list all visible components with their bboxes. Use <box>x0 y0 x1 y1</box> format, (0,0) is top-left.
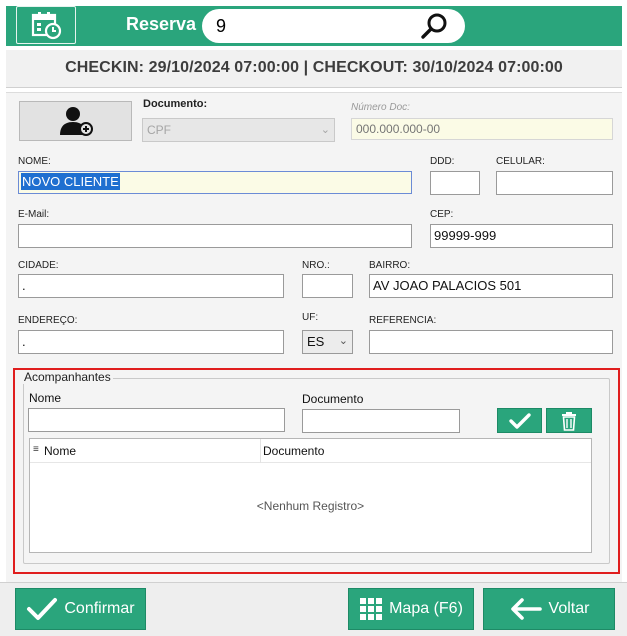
voltar-button[interactable]: Voltar <box>483 588 615 630</box>
endereco-field[interactable]: . <box>18 330 284 354</box>
documento-select[interactable]: CPF ⌄ <box>142 118 335 142</box>
documento-select-value: CPF <box>147 123 171 137</box>
calendar-button[interactable] <box>16 6 76 44</box>
mapa-label: Mapa (F6) <box>389 600 463 617</box>
mapa-button[interactable]: Mapa (F6) <box>348 588 474 630</box>
uf-select-value: ES <box>307 334 325 349</box>
acompanhantes-grid[interactable]: ≡ Nome Documento <Nenhum Registro> <box>29 438 592 553</box>
confirmar-button[interactable]: Confirmar <box>15 588 146 630</box>
ddd-field[interactable] <box>430 171 480 195</box>
bairro-label: BAIRRO: <box>369 260 411 271</box>
cep-label: CEP: <box>430 209 454 220</box>
referencia-label: REFERENCIA: <box>369 315 437 326</box>
nome-label: NOME: <box>18 156 51 167</box>
grid-row-selector-icon: ≡ <box>33 444 39 455</box>
numero-doc-label: Número Doc: <box>351 102 410 113</box>
numero-doc-field[interactable] <box>351 118 613 140</box>
check-icon <box>508 412 531 429</box>
acompanhantes-title: Acompanhantes <box>22 370 113 384</box>
celular-label: CELULAR: <box>496 156 545 167</box>
header-bar: Reserva <box>6 6 622 46</box>
acomp-documento-field[interactable] <box>302 409 460 433</box>
uf-label: UF: <box>302 312 319 323</box>
bairro-field[interactable]: AV JOAO PALACIOS 501 <box>369 274 613 298</box>
checkin-checkout-bar: CHECKIN: 29/10/2024 07:00:00 | CHECKOUT:… <box>6 50 622 88</box>
email-field[interactable] <box>18 224 412 248</box>
voltar-label: Voltar <box>548 600 590 617</box>
uf-select[interactable]: ES ⌄ <box>302 330 353 354</box>
referencia-field[interactable] <box>369 330 613 354</box>
grid-column-documento[interactable]: Documento <box>263 444 324 458</box>
reserva-input[interactable] <box>216 15 416 37</box>
cep-field[interactable]: 99999-999 <box>430 224 613 248</box>
ddd-label: DDD: <box>430 156 455 167</box>
trash-icon <box>562 411 576 431</box>
endereco-label: ENDEREÇO: <box>18 315 78 326</box>
nro-label: NRO.: <box>302 260 330 271</box>
arrow-left-icon <box>510 598 542 620</box>
acomp-nome-label: Nome <box>29 391 62 405</box>
footer-bar: Confirmar Mapa (F6) Voltar <box>0 582 627 636</box>
chevron-down-icon: ⌄ <box>320 124 330 136</box>
grid-header: ≡ Nome Documento <box>30 439 591 463</box>
nro-field[interactable] <box>302 274 353 298</box>
search-button[interactable] <box>419 12 449 40</box>
checkin-checkout-text: CHECKIN: 29/10/2024 07:00:00 | CHECKOUT:… <box>65 59 563 76</box>
search-icon <box>421 13 447 39</box>
reserva-search-box <box>202 9 465 43</box>
grid-column-divider <box>260 439 261 463</box>
confirmar-label: Confirmar <box>64 600 135 617</box>
grid-icon <box>360 598 383 620</box>
chevron-down-icon: ⌄ <box>338 335 348 347</box>
acomp-documento-label: Documento <box>302 392 364 406</box>
check-icon <box>27 598 58 620</box>
calendar-clock-icon <box>31 12 62 40</box>
reserva-label: Reserva <box>126 14 197 34</box>
acomp-nome-field[interactable] <box>28 408 285 432</box>
nome-field-value: NOVO CLIENTE <box>21 173 120 190</box>
celular-field[interactable] <box>496 171 613 195</box>
documento-label: Documento: <box>143 98 208 110</box>
grid-column-nome[interactable]: Nome <box>44 444 76 458</box>
grid-empty-text: <Nenhum Registro> <box>256 499 365 513</box>
user-add-icon <box>59 107 93 136</box>
add-acompanhante-button[interactable] <box>497 408 542 433</box>
nome-field[interactable]: NOVO CLIENTE <box>18 171 412 194</box>
email-label: E-Mail: <box>18 209 50 220</box>
add-photo-button[interactable] <box>19 101 132 141</box>
cidade-field[interactable]: . <box>18 274 284 298</box>
cidade-label: CIDADE: <box>18 260 59 271</box>
delete-acompanhante-button[interactable] <box>546 408 592 433</box>
